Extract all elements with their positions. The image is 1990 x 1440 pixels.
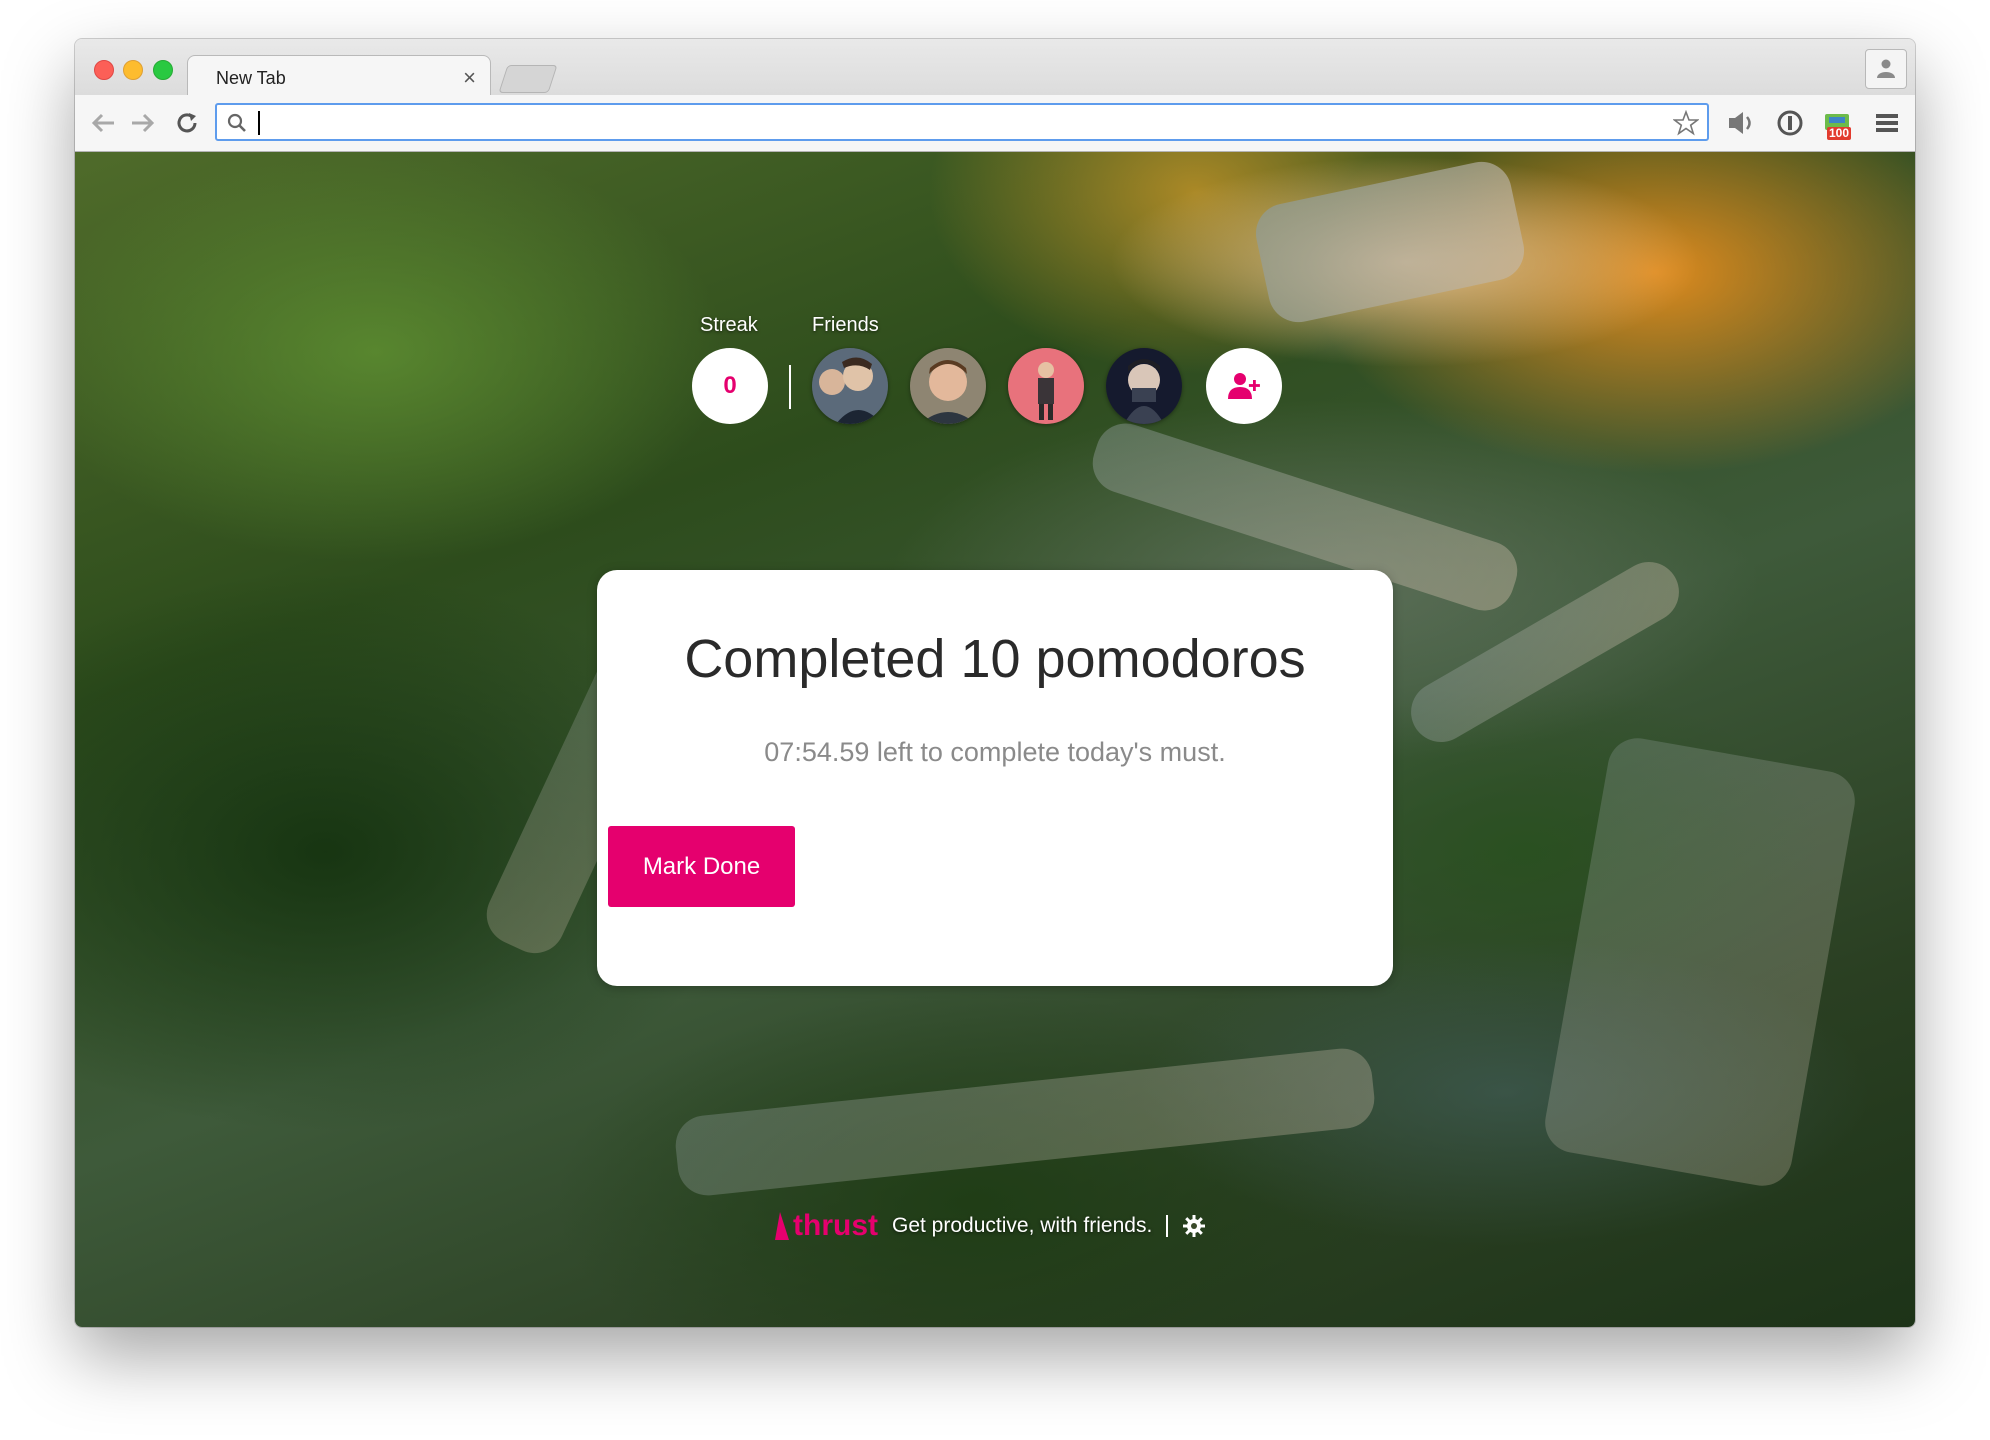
- reload-icon[interactable]: [171, 107, 203, 139]
- add-friend-button[interactable]: [1206, 348, 1282, 424]
- tagline: Get productive, with friends.: [892, 1214, 1153, 1237]
- friend-avatar[interactable]: [812, 348, 888, 424]
- counter-extension-icon[interactable]: 100: [1821, 107, 1853, 140]
- friend-avatar[interactable]: [1106, 348, 1182, 424]
- close-window-button[interactable]: [94, 60, 114, 80]
- address-bar[interactable]: [215, 103, 1709, 141]
- tab-title: New Tab: [216, 68, 286, 88]
- streak-label: Streak: [700, 314, 758, 336]
- add-user-icon: [1228, 373, 1260, 399]
- time-left-text: 07:54.59 left to complete today's must.: [764, 737, 1226, 767]
- password-manager-icon[interactable]: [1774, 107, 1806, 139]
- tab-new-tab[interactable]: New Tab ×: [187, 55, 491, 98]
- new-tab-page: Streak Friends 0 Completed 10 pomodoros …: [75, 152, 1915, 1327]
- menu-icon[interactable]: [1871, 107, 1903, 139]
- brand-name: thrust: [793, 1209, 878, 1242]
- text-caret: [258, 111, 260, 135]
- thrust-logo[interactable]: thrust: [775, 1209, 878, 1243]
- back-arrow-icon[interactable]: [87, 107, 119, 139]
- pomodoro-card: Completed 10 pomodoros 07:54.59 left to …: [597, 570, 1393, 986]
- forward-arrow-icon[interactable]: [127, 107, 159, 139]
- page-footer: thrust Get productive, with friends.: [775, 1206, 1206, 1246]
- minimize-window-button[interactable]: [123, 60, 143, 80]
- browser-toolbar: 100: [75, 95, 1915, 152]
- new-tab-button[interactable]: [498, 65, 558, 93]
- mark-done-button[interactable]: Mark Done: [608, 826, 795, 907]
- friends-label: Friends: [812, 314, 879, 336]
- divider: [789, 365, 791, 409]
- bookmark-star-icon[interactable]: [1673, 110, 1699, 136]
- streak-counter: 0: [692, 348, 768, 424]
- thrust-logo-icon: [775, 1212, 789, 1240]
- extension-badge: 100: [1827, 126, 1852, 140]
- speaker-extension-icon[interactable]: [1725, 107, 1757, 139]
- search-icon: [227, 113, 246, 132]
- gear-icon[interactable]: [1182, 1214, 1206, 1238]
- completed-title: Completed 10 pomodoros: [684, 629, 1306, 689]
- profile-button[interactable]: [1865, 49, 1907, 89]
- person-icon: [1877, 59, 1895, 78]
- address-input[interactable]: [257, 109, 1641, 137]
- tab-strip: New Tab ×: [75, 39, 1915, 98]
- close-icon[interactable]: ×: [463, 65, 476, 91]
- zoom-window-button[interactable]: [153, 60, 173, 80]
- friend-avatar[interactable]: [910, 348, 986, 424]
- footer-divider: [1166, 1215, 1169, 1237]
- friend-avatar[interactable]: [1008, 348, 1084, 424]
- browser-window: New Tab × 100 Streak Friends 0 Completed…: [75, 39, 1915, 1327]
